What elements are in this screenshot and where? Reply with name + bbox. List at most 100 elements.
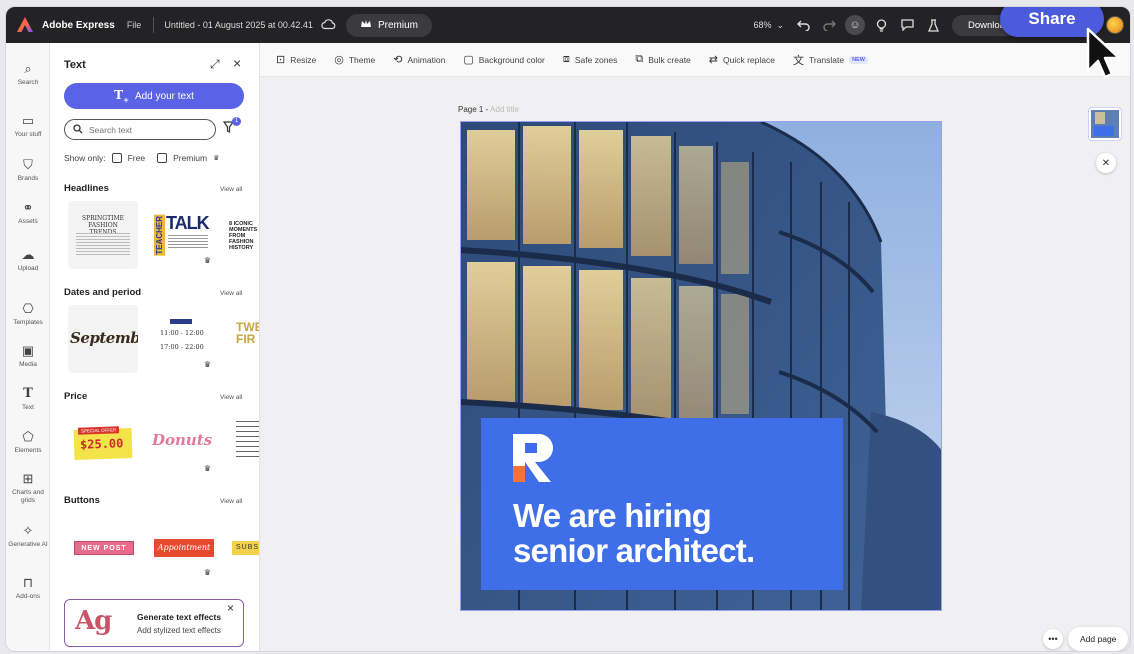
headline-thumb-iconic[interactable]: 8 ICONIC MOMENTS FROM FASHION HISTORY (224, 201, 259, 269)
addons-icon: ⊓ (22, 575, 34, 590)
resize-icon: ⊡ (276, 54, 286, 66)
dates-thumb-tweet[interactable]: TWEE FIR (224, 305, 259, 373)
section-dates: Dates and period (64, 287, 142, 298)
price-thumb-menu[interactable] (224, 409, 259, 477)
flask-icon[interactable] (920, 12, 946, 38)
toolbar-safe-zones[interactable]: ⧈ Safe zones (563, 53, 618, 66)
rail-item-charts[interactable]: ⊞ Charts and grids (6, 471, 50, 505)
gen-card-title: Generate text effects (137, 612, 222, 622)
animation-icon: ⟲ (393, 54, 403, 66)
rail-item-search[interactable]: ⌕ Search (6, 61, 50, 87)
rail-item-generative-ai[interactable]: ✧ Generative AI (6, 523, 50, 549)
add-text-icon: T+ (114, 87, 129, 105)
rail-item-templates[interactable]: ⎔ Templates (6, 301, 50, 327)
free-checkbox[interactable] (111, 153, 122, 163)
safe-zones-icon: ⧈ (562, 53, 570, 65)
price-thumb-donuts[interactable]: Donuts ♛ (146, 409, 216, 477)
page-thumbnail[interactable] (1088, 107, 1122, 141)
text-panel: Text ⤢ × T+ Add your text 1 Show only: F… (50, 43, 260, 651)
zoom-control[interactable]: 68% ⌄ (753, 20, 784, 31)
rail-item-your-stuff[interactable]: ▭ Your stuff (6, 113, 50, 139)
crown-icon: ♛ (213, 155, 220, 162)
button-thumb-new-post[interactable]: NEW POST (68, 513, 138, 581)
hiring-headline: We are hiring senior architect. (513, 497, 755, 569)
bulk-create-icon: ⧉ (635, 53, 644, 65)
toolbar-theme[interactable]: ◎ Theme (334, 53, 375, 66)
dates-thumb-times[interactable]: 11:00 - 12:00 17:00 - 22:00 ♛ (146, 305, 216, 373)
undo-icon[interactable] (790, 12, 816, 38)
toolbar-background-color[interactable]: ▢ Background color (463, 53, 545, 66)
artboard-page-1[interactable]: We are hiring senior architect. (460, 121, 942, 611)
rail-item-text[interactable]: T Text (6, 386, 50, 412)
premium-label: Premium (377, 19, 418, 31)
search-icon: ⌕ (24, 61, 32, 76)
rail-item-brands[interactable]: ⛉ Brands (6, 157, 50, 183)
premium-crown-icon: ♛ (203, 464, 211, 473)
rail-item-assets[interactable]: ⚭ Assets (6, 200, 50, 226)
divider (153, 17, 155, 33)
document-title[interactable]: Untitled - 01 August 2025 at 00.42.41 (164, 20, 313, 30)
zoom-level: 68% (753, 20, 772, 30)
brand-icon: ⛉ (23, 157, 33, 172)
comment-icon[interactable] (894, 12, 920, 38)
cloud-sync-icon[interactable] (321, 18, 336, 33)
top-bar: Adobe Express File Untitled - 01 August … (6, 7, 1130, 43)
toolbar-bulk-create[interactable]: ⧉ Bulk create (635, 53, 690, 66)
background-color-icon: ▢ (463, 54, 474, 66)
adobe-express-logo-icon[interactable] (16, 16, 34, 34)
gen-card-subtitle: Add stylized text effects (137, 626, 221, 635)
folder-icon: ▭ (21, 113, 35, 128)
collaborators-icon[interactable]: ☺ (842, 12, 868, 38)
headline-thumb-springtime[interactable]: SPRINGTIME FASHION TRENDS (68, 201, 138, 269)
close-icon[interactable]: × (227, 601, 234, 615)
charts-icon: ⊞ (22, 471, 34, 486)
hiring-text-block[interactable]: We are hiring senior architect. (481, 418, 843, 590)
crown-icon (360, 19, 372, 32)
close-icon[interactable]: × (233, 55, 241, 71)
expand-icon[interactable]: ⤢ (210, 57, 220, 72)
price-thumb-special-offer[interactable]: SPECIAL OFFER $25.00 (68, 409, 138, 477)
generative-ai-icon: ✧ (22, 523, 34, 538)
new-badge: NEW (849, 55, 868, 64)
translate-icon: 文 (792, 54, 804, 67)
generate-text-effects-card[interactable]: Ag Generate text effects Add stylized te… (64, 599, 244, 647)
button-thumb-subscribe[interactable]: SUBSC (224, 513, 259, 581)
panel-title: Text (64, 59, 86, 71)
view-all-dates[interactable]: View all (220, 290, 242, 297)
toolbar-translate[interactable]: 文 Translate NEW (793, 52, 868, 68)
lightbulb-icon[interactable] (868, 12, 894, 38)
elements-icon: ⬠ (22, 429, 34, 444)
rail-item-media[interactable]: ▣ Media (6, 343, 50, 369)
toolbar-resize[interactable]: ⊡ Resize (276, 53, 316, 66)
headline-thumb-teacher-talk[interactable]: TEACHER TALK ♛ (146, 201, 216, 269)
button-thumb-appointment[interactable]: Appointment ♛ (146, 513, 216, 581)
add-your-text-button[interactable]: T+ Add your text (64, 83, 244, 109)
canvas-area: Page 1 - Add title We are hiring senior … (260, 77, 1130, 651)
theme-icon: ◎ (334, 54, 344, 66)
view-all-headlines[interactable]: View all (220, 186, 242, 193)
rail-item-addons[interactable]: ⊓ Add-ons (6, 575, 50, 601)
search-field[interactable] (64, 119, 216, 140)
view-all-buttons[interactable]: View all (220, 498, 242, 505)
section-price: Price (64, 391, 88, 402)
premium-checkbox[interactable] (157, 153, 168, 163)
redo-icon[interactable] (816, 12, 842, 38)
templates-icon: ⎔ (22, 301, 34, 316)
filter-count-badge: 1 (232, 117, 241, 126)
rail-item-upload[interactable]: ☁ Upload (6, 247, 50, 273)
page-title-field[interactable]: Add title (490, 105, 519, 114)
r-logo-icon (513, 434, 559, 487)
search-input[interactable] (89, 124, 199, 135)
file-menu[interactable]: File (127, 20, 142, 30)
app-window: Adobe Express File Untitled - 01 August … (5, 6, 1131, 652)
toolbar-quick-replace[interactable]: ⇄ Quick replace (709, 53, 775, 66)
close-icon[interactable]: ✕ (1096, 153, 1116, 173)
premium-button[interactable]: Premium (345, 13, 432, 37)
add-page-button[interactable]: Add page (1068, 627, 1129, 651)
more-options-button[interactable]: ••• (1043, 629, 1063, 649)
mouse-pointer-icon (1086, 27, 1124, 84)
dates-thumb-september[interactable]: September (68, 305, 138, 373)
view-all-price[interactable]: View all (220, 394, 242, 401)
toolbar-animation[interactable]: ⟲ Animation (393, 53, 445, 66)
rail-item-elements[interactable]: ⬠ Elements (6, 429, 50, 455)
